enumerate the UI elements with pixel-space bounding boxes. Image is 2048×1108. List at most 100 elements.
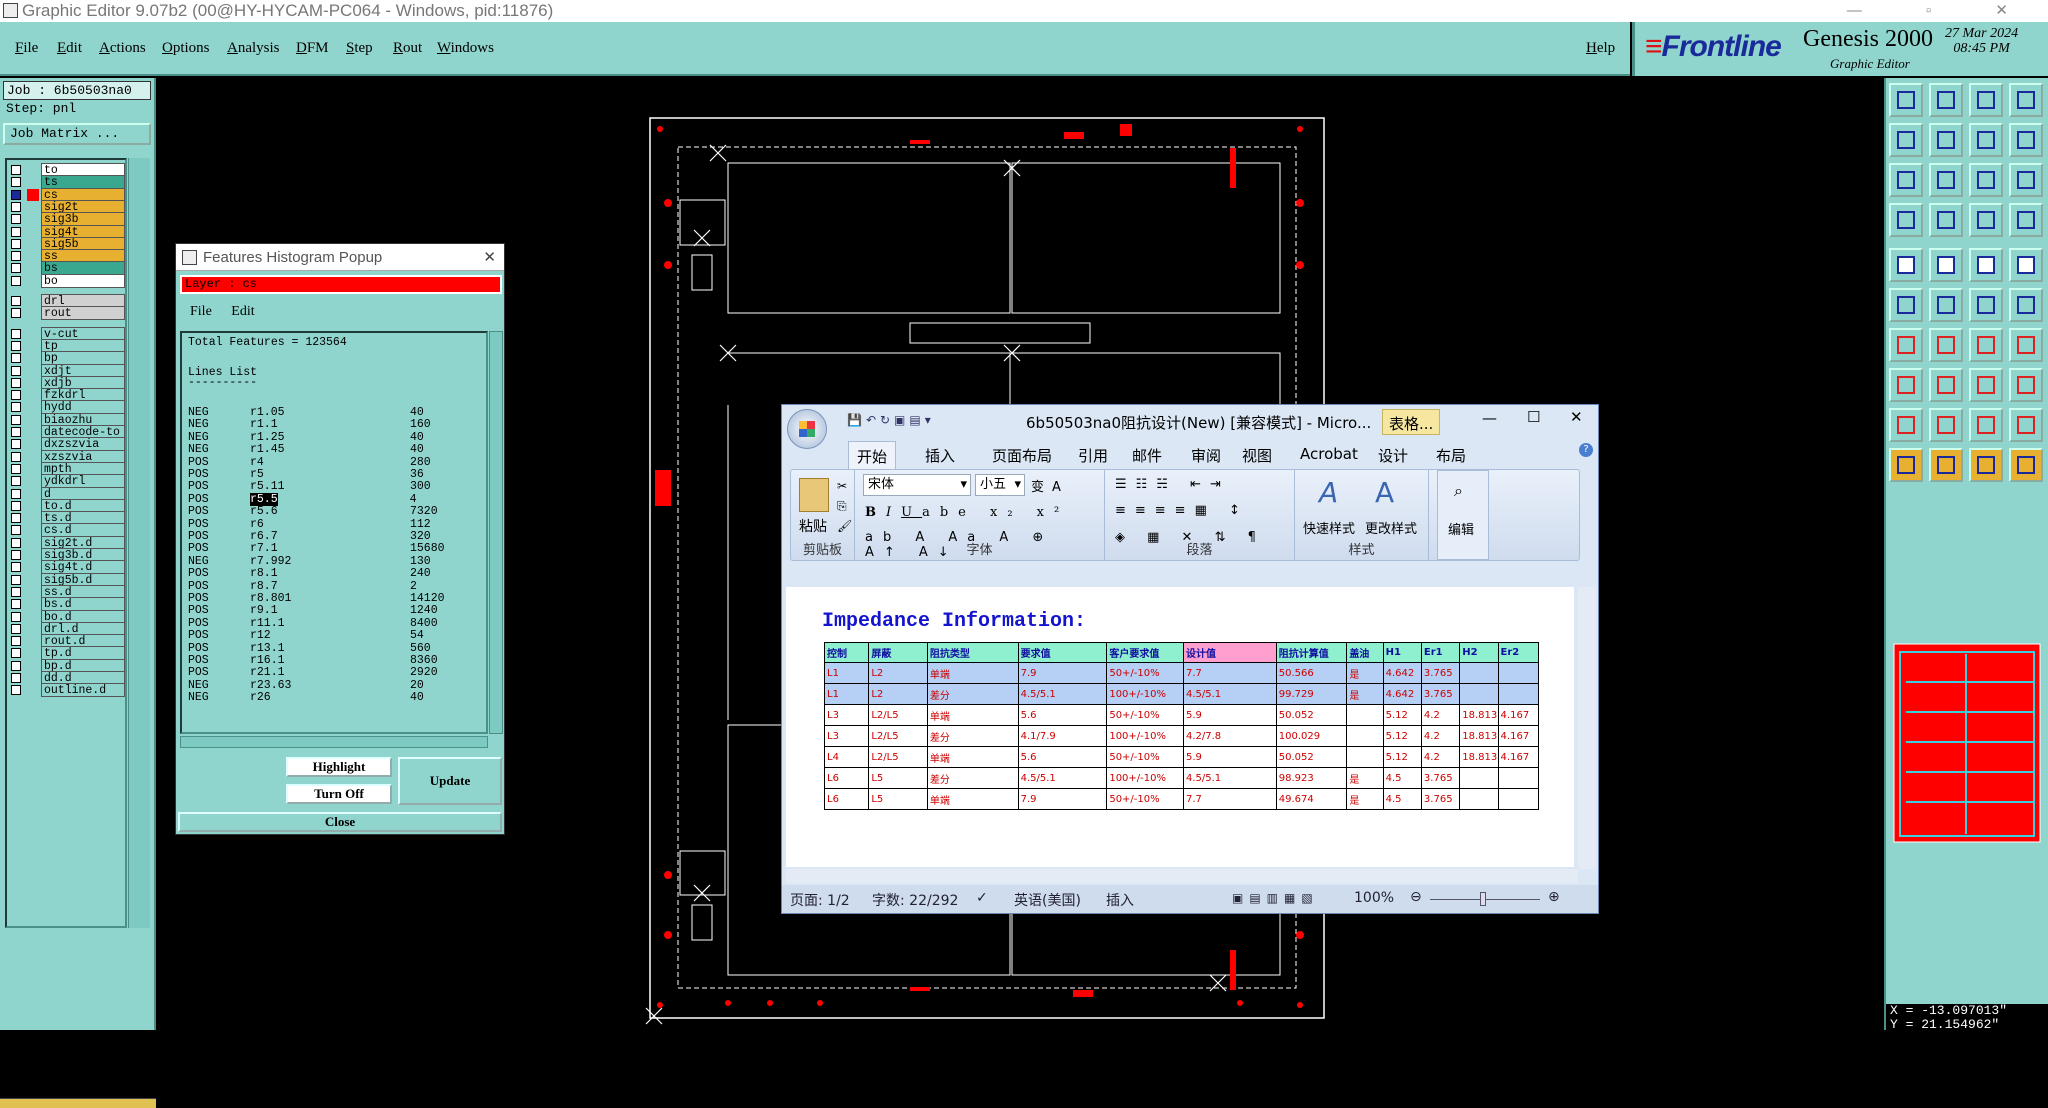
turn-off-button[interactable]: Turn Off: [286, 784, 392, 804]
menu-actions[interactable]: Actions: [99, 40, 146, 57]
table-cell[interactable]: L5: [868, 767, 928, 789]
layer-checkbox[interactable]: [11, 414, 21, 425]
table-cell[interactable]: 4.2: [1420, 725, 1461, 747]
layer-checkbox[interactable]: [11, 660, 21, 671]
feature-row[interactable]: POS r5.5 4: [188, 492, 417, 506]
feature-row[interactable]: NEG r1.25 40: [188, 431, 424, 444]
font-name-select[interactable]: 宋体 ▾: [863, 474, 971, 496]
paste-label[interactable]: 粘贴: [799, 516, 827, 536]
feature-row[interactable]: POS r21.1 2920: [188, 666, 438, 679]
window-controls[interactable]: — ▫ ✕: [1847, 0, 2038, 22]
home-button[interactable]: [1969, 83, 2003, 117]
layer-checkbox[interactable]: [11, 574, 21, 585]
view-mode-icons[interactable]: ▣▤▥▦▧: [1232, 891, 1319, 905]
table-cell[interactable]: 差分: [926, 683, 1019, 705]
layer-checkbox[interactable]: [11, 525, 21, 536]
close-button[interactable]: Close: [178, 812, 502, 832]
table-header-cell[interactable]: 要求值: [1017, 642, 1108, 663]
camera-button[interactable]: [1889, 248, 1923, 282]
table-cell[interactable]: 4.2/7.8: [1182, 725, 1277, 747]
table-cell[interactable]: L4: [823, 746, 870, 768]
table-cell[interactable]: 7.9: [1017, 788, 1108, 810]
feature-row[interactable]: POS r5 36: [188, 468, 424, 481]
table-cell[interactable]: 4.5/5.1: [1182, 767, 1277, 789]
layer-checkbox[interactable]: [11, 201, 21, 212]
table-cell[interactable]: [1459, 767, 1499, 789]
table-cell[interactable]: [1346, 725, 1384, 747]
table-cell[interactable]: 5.12: [1382, 704, 1422, 726]
line-button[interactable]: [1929, 328, 1963, 362]
layer-checkbox[interactable]: [11, 365, 21, 376]
table-cell[interactable]: 是: [1346, 788, 1384, 810]
table-header-cell[interactable]: 设计值: [1182, 642, 1277, 663]
menu-rout[interactable]: Rout: [393, 40, 422, 57]
table-cell[interactable]: 是: [1346, 683, 1384, 705]
import-button[interactable]: [1889, 83, 1923, 117]
grid-button[interactable]: [2009, 83, 2043, 117]
table-header-cell[interactable]: 客户要求值: [1106, 642, 1184, 663]
table-header-cell[interactable]: 屏蔽: [868, 642, 928, 663]
layer-checkbox[interactable]: [11, 402, 21, 413]
layer-checkbox[interactable]: [11, 238, 21, 249]
menu-help[interactable]: Help: [1586, 40, 1615, 57]
table-cell[interactable]: [1346, 704, 1384, 726]
table-header-cell[interactable]: H2: [1459, 642, 1499, 663]
table-cell[interactable]: [1497, 683, 1540, 705]
layer-checkbox[interactable]: [11, 463, 21, 474]
tab-page-layout[interactable]: 页面布局: [992, 445, 1052, 466]
layer-name[interactable]: outline.d: [41, 683, 125, 698]
table-cell[interactable]: 是: [1346, 767, 1384, 789]
help-button[interactable]: [2009, 163, 2043, 197]
table-cell[interactable]: 98.923: [1275, 767, 1348, 789]
layer-checkbox[interactable]: [11, 251, 21, 262]
table-header-cell[interactable]: 阻抗计算值: [1275, 642, 1348, 663]
arrow-in-button[interactable]: [1889, 123, 1923, 157]
layer-checkbox[interactable]: [11, 226, 21, 237]
table-cell[interactable]: 3.765: [1420, 788, 1461, 810]
layer-checkbox[interactable]: [11, 586, 21, 597]
table-cell[interactable]: 7.7: [1182, 788, 1277, 810]
pointer3-button[interactable]: [1969, 448, 2003, 482]
feature-row[interactable]: POS r8.801 14120: [188, 592, 445, 605]
office-button[interactable]: [787, 409, 827, 449]
pointer4-button[interactable]: [2009, 448, 2043, 482]
layer-checkbox[interactable]: [11, 308, 21, 319]
link-button[interactable]: [1969, 288, 2003, 322]
pen-button[interactable]: [1929, 248, 1963, 282]
font-format-icons[interactable]: BIUabe x₂ x²: [865, 505, 1069, 520]
layer-checkbox[interactable]: [11, 263, 21, 274]
change-styles-icon[interactable]: A: [1375, 476, 1394, 509]
table-header-cell[interactable]: 控制: [823, 642, 870, 663]
feature-row[interactable]: NEG r7.992 130: [188, 555, 431, 568]
table-cell[interactable]: 99.729: [1275, 683, 1348, 705]
table-cell[interactable]: L1: [823, 662, 870, 684]
layer-list-scrollbar[interactable]: [128, 158, 150, 928]
layer-name[interactable]: bo: [41, 273, 125, 288]
table-cell[interactable]: 5.12: [1382, 746, 1422, 768]
tri2-button[interactable]: [1929, 408, 1963, 442]
half-button[interactable]: [1969, 163, 2003, 197]
route-button[interactable]: [1969, 203, 2003, 237]
layer-checkbox[interactable]: [11, 275, 21, 286]
feature-row[interactable]: POS r12 54: [188, 629, 424, 642]
table-cell[interactable]: [1346, 746, 1384, 768]
fork-button[interactable]: [2009, 328, 2043, 362]
layer-checkbox[interactable]: [11, 623, 21, 634]
table-cell[interactable]: 4.5: [1382, 767, 1422, 789]
layer-checkbox[interactable]: [11, 427, 21, 437]
table-cell[interactable]: L2/L5: [868, 704, 928, 726]
table-cell[interactable]: 4.167: [1497, 704, 1540, 726]
feature-row[interactable]: POS r5.11 300: [188, 480, 431, 493]
multi-button[interactable]: [2009, 368, 2043, 402]
table-cell[interactable]: 100+/-10%: [1106, 725, 1184, 747]
highlight-button[interactable]: Highlight: [286, 757, 392, 777]
table-cell[interactable]: 50.052: [1275, 704, 1348, 726]
feature-row[interactable]: POS r8.1 240: [188, 567, 431, 580]
table-cell[interactable]: 4.2: [1420, 704, 1461, 726]
layer-checkbox[interactable]: [11, 599, 21, 610]
layer-checkbox[interactable]: [11, 353, 21, 364]
table-cell[interactable]: 100+/-10%: [1106, 767, 1184, 789]
align-icons[interactable]: ≡≡≡≡▦ ↕: [1115, 503, 1249, 518]
feature-row[interactable]: POS r16.1 8360: [188, 654, 438, 667]
layer-name[interactable]: rout: [41, 306, 125, 321]
